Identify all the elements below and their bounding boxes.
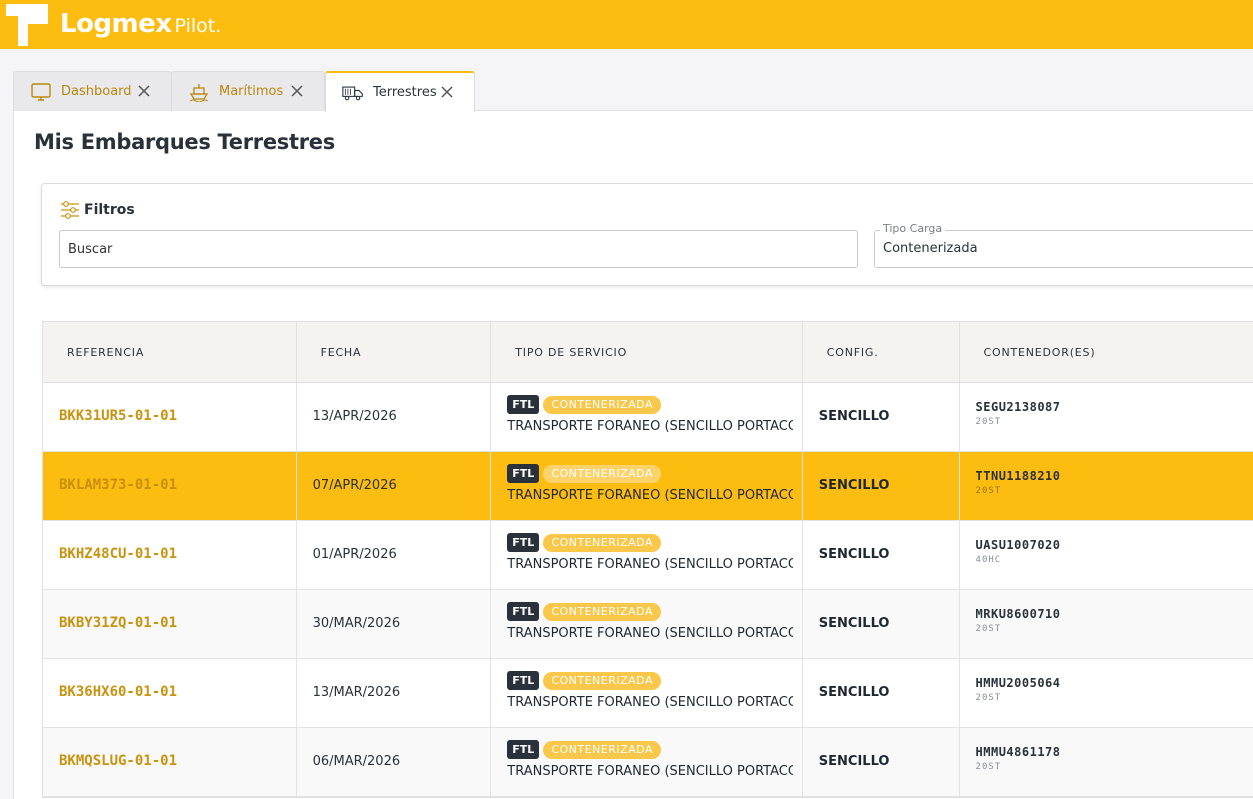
cargo-type-badge: CONTENERIZADA <box>543 395 661 414</box>
container-number: HMMU2005064 <box>975 676 1061 690</box>
table-row[interactable]: BKMQSLUG-01-01 06/MAR/2026 FTL CONTENERIZ… <box>43 728 1253 797</box>
ftl-badge: FTL <box>507 602 540 621</box>
brand-name: Logmex <box>60 9 172 39</box>
table-header: REFERENCIA FECHA TIPO DE SERVICIO CONFIG… <box>43 322 1253 383</box>
reference-link[interactable]: BKBY31ZQ-01-01 <box>59 615 177 631</box>
filters-title: Filtros <box>84 202 135 218</box>
container-size: 20ST <box>975 693 1002 703</box>
container-number: SEGU2138087 <box>975 400 1061 414</box>
column-header-contenedores[interactable]: CONTENEDOR(ES) <box>960 322 1253 383</box>
config-value: SENCILLO <box>818 478 890 493</box>
reference-link[interactable]: BKMQSLUG-01-01 <box>59 753 177 769</box>
service-description: TRANSPORTE FORÁNEO (SENCILLO PORTACONTI <box>507 557 794 572</box>
logmex-logo-icon[interactable] <box>4 2 50 46</box>
search-input[interactable] <box>59 230 858 268</box>
filters-header: Filtros <box>60 200 135 220</box>
config-value: SENCILLO <box>818 685 890 700</box>
ftl-badge: FTL <box>507 533 540 552</box>
sliders-icon <box>61 201 79 219</box>
tipo-carga-label: Tipo Carga <box>880 222 946 235</box>
page-title: Mis Embarques Terrestres <box>34 130 335 154</box>
tab-label: Marítimos <box>219 84 284 99</box>
container-number: MRKU8600710 <box>975 607 1061 621</box>
column-header-referencia[interactable]: REFERENCIA <box>43 322 297 383</box>
container-size: 20ST <box>975 486 1002 496</box>
product-name: Pilot. <box>174 15 222 37</box>
config-value: SENCILLO <box>818 754 890 769</box>
monitor-icon <box>30 82 52 102</box>
service-description: TRANSPORTE FORÁNEO (SENCILLO PORTACONTI <box>507 419 794 434</box>
cargo-type-badge: CONTENERIZADA <box>543 671 661 690</box>
date-value: 13/APR/2026 <box>312 409 397 424</box>
container-number: UASU1007020 <box>975 538 1061 552</box>
filters-card: Filtros Tipo Carga Contenerizada <box>41 183 1253 286</box>
ftl-badge: FTL <box>507 671 540 690</box>
tab-label: Dashboard <box>61 84 132 99</box>
table-row[interactable]: BK36HX60-01-01 13/MAR/2026 FTL CONTENERIZ… <box>43 659 1253 728</box>
ftl-badge: FTL <box>507 464 540 483</box>
container-size: 20ST <box>975 417 1002 427</box>
column-header-fecha[interactable]: FECHA <box>297 322 492 383</box>
table-row[interactable]: BKBY31ZQ-01-01 30/MAR/2026 FTL CONTENERIZ… <box>43 590 1253 659</box>
date-value: 30/MAR/2026 <box>312 616 401 631</box>
config-value: SENCILLO <box>818 616 890 631</box>
service-description: TRANSPORTE FORÁNEO (SENCILLO PORTACONTI <box>507 695 794 710</box>
container-number: TTNU1188210 <box>975 469 1061 483</box>
container-size: 20ST <box>975 624 1002 634</box>
date-value: 13/MAR/2026 <box>312 685 401 700</box>
service-description: TRANSPORTE FORÁNEO (SENCILLO PORTACONTI <box>507 764 794 779</box>
close-icon[interactable] <box>290 84 304 98</box>
reference-link[interactable]: BKHZ48CU-01-01 <box>59 546 177 562</box>
reference-link[interactable]: BKK31UR5-01-01 <box>59 408 177 424</box>
ftl-badge: FTL <box>507 395 540 414</box>
reference-link[interactable]: BK36HX60-01-01 <box>59 684 177 700</box>
container-size: 40HC <box>975 555 1002 565</box>
tab-dashboard[interactable]: Dashboard <box>13 71 172 111</box>
date-value: 01/APR/2026 <box>312 547 397 562</box>
close-icon[interactable] <box>137 84 151 98</box>
close-icon[interactable] <box>440 85 454 99</box>
container-size: 20ST <box>975 762 1002 772</box>
cargo-type-badge: CONTENERIZADA <box>543 740 661 759</box>
shipments-table: REFERENCIA FECHA TIPO DE SERVICIO CONFIG… <box>42 321 1253 798</box>
tab-terrestres[interactable]: Terrestres <box>325 71 475 112</box>
cargo-type-badge: CONTENERIZADA <box>543 533 661 552</box>
cargo-type-badge: CONTENERIZADA <box>543 602 661 621</box>
column-header-tipo-servicio[interactable]: TIPO DE SERVICIO <box>491 322 803 383</box>
date-value: 06/MAR/2026 <box>312 754 401 769</box>
table-row[interactable]: BKHZ48CU-01-01 01/APR/2026 FTL CONTENERIZ… <box>43 521 1253 590</box>
column-header-config[interactable]: CONFIG. <box>803 322 960 383</box>
app-logo-text[interactable]: Logmex Pilot. <box>60 8 221 43</box>
table-row[interactable]: BKLAM373-01-01 07/APR/2026 FTL CONTENERIZ… <box>43 452 1253 521</box>
date-value: 07/APR/2026 <box>312 478 397 493</box>
truck-icon <box>342 83 364 103</box>
config-value: SENCILLO <box>818 409 890 424</box>
tipo-carga-value: Contenerizada <box>883 241 978 256</box>
config-value: SENCILLO <box>818 547 890 562</box>
tab-label: Terrestres <box>373 85 437 100</box>
table-row[interactable]: BKK31UR5-01-01 13/APR/2026 FTL CONTENERIZ… <box>43 383 1253 452</box>
service-description: TRANSPORTE FORÁNEO (SENCILLO PORTACONTI <box>507 488 794 503</box>
service-description: TRANSPORTE FORÁNEO (SENCILLO PORTACONTI <box>507 626 794 641</box>
tipo-carga-select[interactable]: Tipo Carga Contenerizada <box>874 222 1253 268</box>
ftl-badge: FTL <box>507 740 540 759</box>
container-number: HMMU4861178 <box>975 745 1061 759</box>
top-bar: Logmex Pilot. <box>0 0 1253 49</box>
reference-link[interactable]: BKLAM373-01-01 <box>59 477 177 493</box>
cargo-type-badge: CONTENERIZADA <box>543 464 661 483</box>
ship-icon <box>188 82 210 102</box>
tab-maritimos[interactable]: Marítimos <box>171 71 325 111</box>
